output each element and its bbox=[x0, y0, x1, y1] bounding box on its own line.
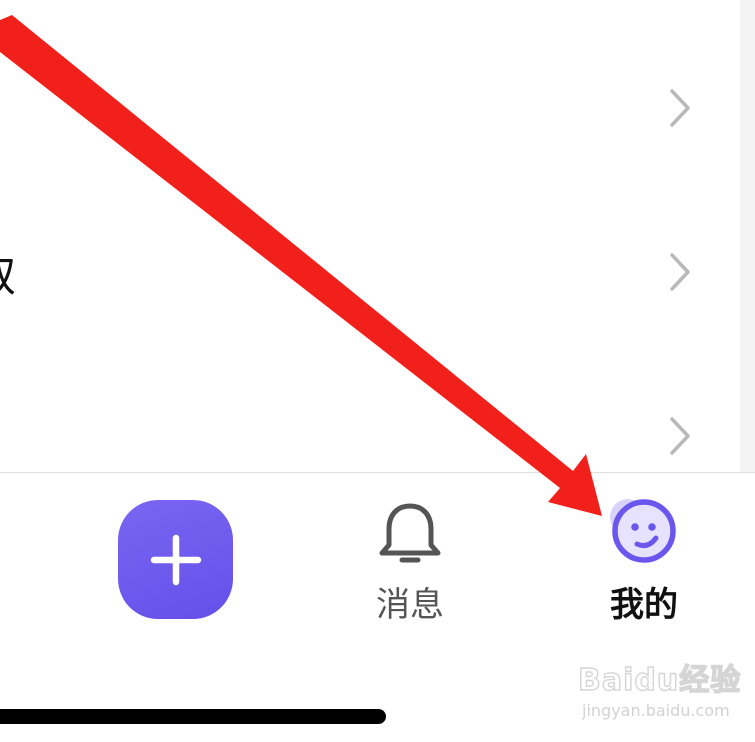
bell-icon bbox=[379, 503, 441, 563]
list-item[interactable]: 取 bbox=[0, 202, 740, 342]
chevron-right-icon bbox=[670, 89, 690, 127]
smile-face-icon bbox=[610, 499, 676, 563]
tab-mine-label: 我的 bbox=[610, 585, 678, 625]
watermark: Baidu经验 jingyan.baidu.com bbox=[577, 655, 748, 730]
add-button[interactable] bbox=[118, 500, 233, 619]
watermark-url: jingyan.baidu.com bbox=[582, 701, 730, 720]
screen: 取 消息 bbox=[0, 0, 755, 742]
home-indicator[interactable] bbox=[0, 709, 386, 724]
scroll-edge bbox=[740, 0, 755, 473]
tab-messages-label: 消息 bbox=[376, 585, 444, 625]
chevron-right-icon bbox=[670, 417, 690, 455]
tab-messages[interactable]: 消息 bbox=[360, 501, 460, 631]
settings-list: 取 bbox=[0, 0, 740, 473]
plus-icon bbox=[150, 534, 201, 585]
tab-mine[interactable]: 我的 bbox=[596, 497, 692, 631]
watermark-logo-text: Baidu经验 bbox=[577, 662, 742, 698]
list-item-label: 取 bbox=[0, 240, 16, 304]
list-item[interactable] bbox=[0, 38, 740, 178]
chevron-right-icon bbox=[670, 253, 690, 291]
